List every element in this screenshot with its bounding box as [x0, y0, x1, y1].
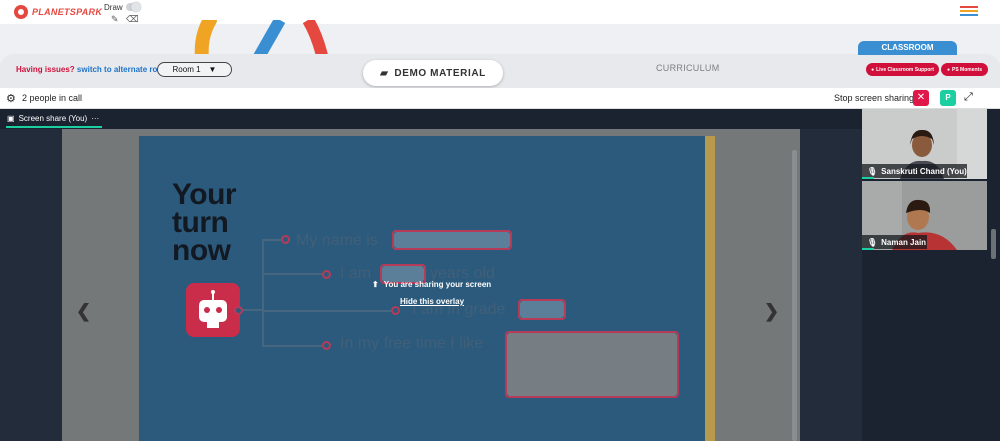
- screen-share-header: [0, 109, 862, 128]
- sharing-overlay: ⬆ You are sharing your screen: [372, 280, 491, 289]
- participant-name: Naman Jain: [881, 237, 927, 247]
- viewer-scrollbar[interactable]: [792, 150, 797, 441]
- hamburger-menu-icon[interactable]: [960, 6, 978, 17]
- hide-overlay-link[interactable]: Hide this overlay: [400, 297, 464, 306]
- free-time-blank: [505, 331, 679, 398]
- microphone-icon: 🎙: [867, 166, 878, 176]
- grade-blank: [518, 299, 566, 320]
- microphone-icon: 🎙: [867, 237, 878, 247]
- issues-label: Having issues?: [16, 65, 75, 74]
- alternate-room-link[interactable]: switch to alternate room: [77, 65, 169, 74]
- room-select[interactable]: Room 1 ▼: [157, 62, 232, 77]
- connector-node: [281, 235, 290, 244]
- active-speaker-indicator: [862, 177, 874, 179]
- connector-line: [262, 310, 393, 312]
- connector-line: [262, 273, 324, 275]
- slide-title: Your turn now: [172, 178, 237, 267]
- sharing-overlay-text: You are sharing your screen: [383, 280, 492, 289]
- screen-share-tab-label: Screen share (You): [18, 114, 88, 123]
- gear-icon[interactable]: ⚙: [6, 92, 16, 105]
- connector-node: [322, 341, 331, 350]
- blank-fill: [507, 333, 677, 396]
- chevron-down-icon: ▼: [208, 65, 217, 74]
- participant-list-scroll: [988, 109, 1000, 441]
- participant-list-scrollbar[interactable]: [991, 229, 996, 259]
- connector-line: [262, 240, 264, 346]
- blank-fill: [394, 232, 510, 248]
- slide-edge: [705, 136, 715, 441]
- connector-node: [322, 270, 331, 279]
- participant-name-tag: 🎙 Sanskruti Chand (You): [862, 164, 967, 178]
- previous-slide-arrow[interactable]: ❮: [76, 301, 91, 322]
- ps-moments-button[interactable]: ● PS Moments: [941, 63, 988, 76]
- live-support-label: Live Classroom Support: [876, 66, 934, 73]
- classroom-tab[interactable]: CLASSROOM: [858, 41, 957, 69]
- fullscreen-icon[interactable]: ⤢: [964, 91, 973, 104]
- pencil-icon[interactable]: ✎: [111, 14, 119, 25]
- blank-fill: [520, 301, 564, 318]
- connection-issues-text: Having issues? switch to alternate room: [16, 65, 169, 74]
- slide-line-name: My name is: [296, 232, 378, 249]
- connector-node: [234, 306, 243, 315]
- logo-icon: [14, 5, 28, 19]
- slide-title-line: now: [172, 234, 231, 267]
- demo-material-label: DEMO MATERIAL: [394, 67, 486, 79]
- robot-icon: [186, 283, 240, 337]
- room-select-value: Room 1: [172, 65, 201, 74]
- screen-icon: ▣: [7, 114, 15, 123]
- slide-title-line: turn: [172, 206, 229, 239]
- menu-bar: [960, 10, 978, 12]
- ps-moments-label: PS Moments: [952, 66, 983, 73]
- stop-sharing-label: Stop screen sharing: [834, 93, 915, 103]
- name-blank: [392, 230, 512, 250]
- slide-title-line: Your: [172, 178, 237, 211]
- screen-share-tab[interactable]: ▣ Screen share (You) ···: [7, 114, 99, 123]
- draw-label: Draw: [104, 3, 123, 12]
- participant-name-tag: 🎙 Naman Jain: [862, 235, 927, 249]
- folder-icon: ▰: [380, 67, 389, 79]
- connector-node: [391, 306, 400, 315]
- active-speaker-indicator: [862, 248, 874, 250]
- menu-bar: [960, 6, 978, 8]
- brand-logo[interactable]: PLANETSPARK: [14, 4, 102, 20]
- share-screen-icon: ⬆: [372, 280, 379, 289]
- logo-text: PLANETSPARK: [32, 7, 103, 17]
- presenter-badge[interactable]: P: [940, 90, 956, 106]
- next-slide-arrow[interactable]: ❯: [764, 301, 779, 322]
- demo-material-button[interactable]: ▰ DEMO MATERIAL: [363, 60, 503, 86]
- slide-line-free-time: In my free time I like: [340, 335, 484, 352]
- info-icon: ●: [946, 66, 950, 73]
- stop-sharing-button[interactable]: ✕: [913, 90, 929, 106]
- eraser-icon[interactable]: ⌫: [126, 14, 139, 25]
- more-options-icon[interactable]: ···: [91, 114, 99, 123]
- connector-line: [262, 345, 324, 347]
- menu-bar: [960, 14, 978, 16]
- draw-toggle[interactable]: [126, 2, 141, 12]
- people-in-call-count: 2 people in call: [22, 93, 83, 103]
- curriculum-tab[interactable]: CURRICULUM: [656, 63, 720, 73]
- connector-line: [240, 309, 264, 311]
- top-header: [0, 0, 1000, 24]
- slide-line-age-start: I am: [340, 265, 372, 282]
- live-support-button[interactable]: ● Live Classroom Support: [866, 63, 939, 76]
- participant-name: Sanskruti Chand (You): [881, 166, 967, 176]
- info-icon: ●: [871, 66, 875, 73]
- active-tab-indicator: [6, 126, 102, 128]
